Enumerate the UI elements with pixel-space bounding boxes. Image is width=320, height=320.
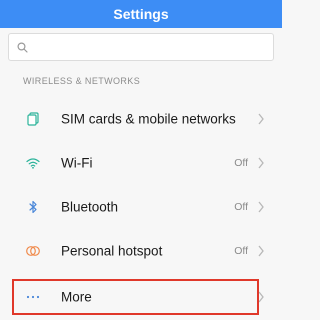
bluetooth-icon <box>25 199 41 215</box>
section-header-wireless: WIRELESS & NETWORKS <box>23 76 141 86</box>
chevron-right-icon <box>258 113 264 125</box>
page-title: Settings <box>113 6 169 22</box>
row-label: Bluetooth <box>61 199 119 215</box>
more-icon <box>25 289 41 305</box>
row-label: More <box>61 289 92 305</box>
chevron-right-icon <box>258 157 264 169</box>
row-value: Off <box>234 201 248 213</box>
search-input[interactable] <box>8 33 274 61</box>
title-bar: Settings <box>0 0 282 28</box>
sidebar-item-bluetooth[interactable]: Bluetooth Off <box>0 185 282 229</box>
row-value: Off <box>234 245 248 257</box>
chevron-right-icon <box>258 201 264 213</box>
row-label: Wi-Fi <box>61 155 93 171</box>
sidebar-item-wifi[interactable]: Wi-Fi Off <box>0 141 282 185</box>
search-icon <box>17 41 28 53</box>
sidebar-item-personal-hotspot[interactable]: Personal hotspot Off <box>0 229 282 273</box>
sidebar-item-sim-cards[interactable]: SIM cards & mobile networks <box>0 97 282 141</box>
chevron-right-icon <box>258 291 264 303</box>
sidebar-item-more[interactable]: More <box>0 275 282 319</box>
row-label: Personal hotspot <box>61 243 163 259</box>
sim-card-icon <box>25 111 41 127</box>
wifi-icon <box>25 155 41 171</box>
row-value: Off <box>234 157 248 169</box>
hotspot-icon <box>25 243 41 259</box>
row-label: SIM cards & mobile networks <box>61 111 236 127</box>
chevron-right-icon <box>258 245 264 257</box>
